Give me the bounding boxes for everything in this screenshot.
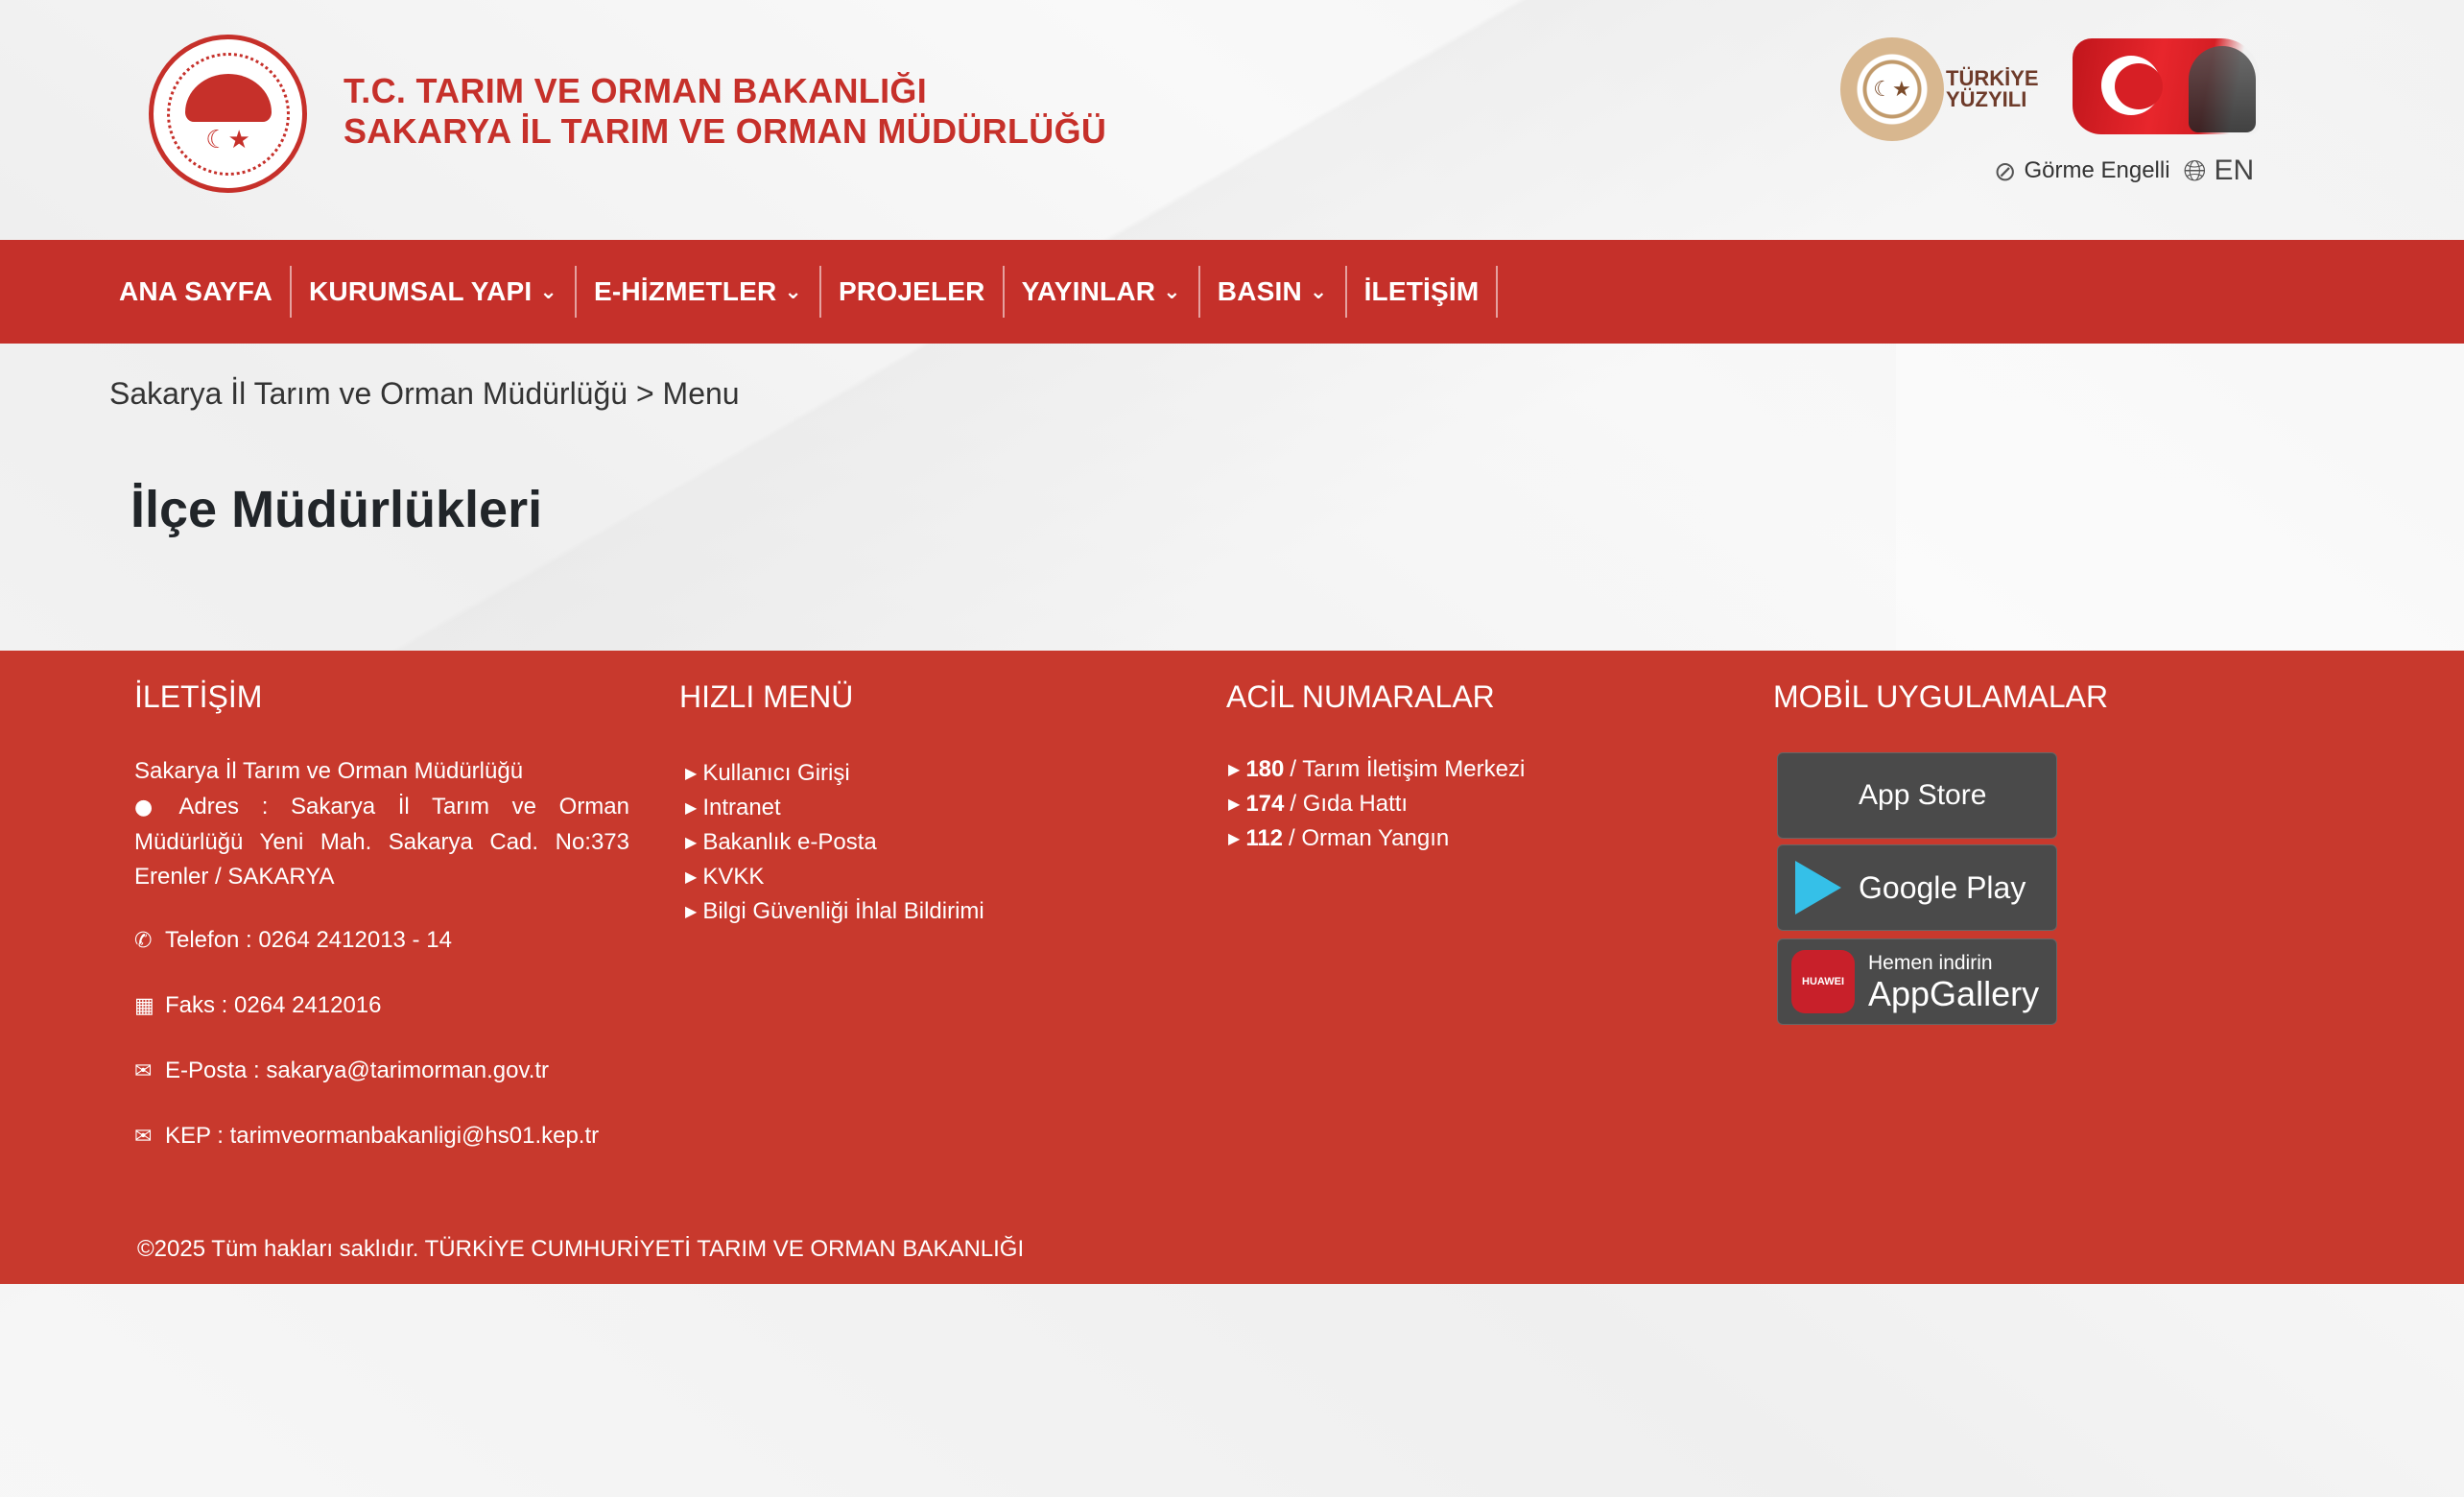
contact-heading: İLETİŞİM (134, 679, 263, 714)
logo-wing-shape (184, 73, 272, 122)
emergency-list: ▶ 180/ Tarım İletişim Merkezi ▶ 174/ Gıda … (1228, 752, 1525, 856)
caret-right-icon: ▶ (1228, 795, 1241, 813)
chevron-down-icon: ⌄ (784, 279, 803, 304)
quick-link-kullanici-girisi[interactable]: ▶ Kullanıcı Girişi (685, 756, 984, 791)
main-navbar: ANA SAYFA KURUMSAL YAPI ⌄ E-HİZMETLER ⌄ PR… (0, 240, 2464, 344)
eye-slash-icon[interactable]: ⊘ (1994, 155, 2016, 187)
caret-right-icon: ▶ (1228, 829, 1241, 847)
envelope-icon: ✉ (134, 1058, 153, 1083)
breadcrumb-separator: > (635, 376, 654, 411)
ministry-logo[interactable]: ☾★ (149, 35, 307, 193)
quick-link-intranet[interactable]: ▶ Intranet (685, 791, 984, 825)
page-title: İlçe Müdürlükleri (130, 481, 543, 538)
flag-ataturk-image (2073, 38, 2260, 134)
contact-email: ✉ E-Posta : sakarya@tarimorman.gov.tr (134, 1057, 550, 1083)
caret-right-icon: ▶ (685, 764, 698, 782)
caret-right-icon: ▶ (685, 798, 698, 817)
caret-right-icon: ▶ (685, 902, 698, 920)
nav-projeler[interactable]: PROJELER (821, 266, 1005, 318)
language-switch-en[interactable]: EN (2215, 154, 2255, 187)
mobile-heading: MOBİL UYGULAMALAR (1773, 679, 2109, 714)
accessibility-bar: ⊘ Görme Engelli 🌐︎ EN (1994, 152, 2254, 190)
huawei-icon: HUAWEI (1791, 950, 1855, 1013)
contact-address: ● Adres : Sakarya İl Tarım ve Orman Müdü… (134, 790, 629, 894)
turkiye-yuzyili-text: TÜRKİYE YÜZYILI (1946, 66, 2039, 111)
appgallery-button[interactable]: HUAWEI Hemen indirin AppGallery (1777, 939, 2057, 1025)
caret-right-icon: ▶ (1228, 760, 1241, 778)
site-header: ☾★ T.C. TARIM VE ORMAN BAKANLIĞI SAKARYA… (0, 0, 2464, 240)
nav-ana-sayfa[interactable]: ANA SAYFA (102, 266, 292, 318)
ministry-seal-icon: ☾★ (166, 52, 290, 176)
chevron-down-icon: ⌄ (1163, 279, 1181, 304)
google-play-button[interactable]: Google Play (1777, 844, 2057, 931)
caret-right-icon: ▶ (685, 867, 698, 886)
content-side-panel (1896, 344, 2464, 651)
ministry-title[interactable]: T.C. TARIM VE ORMAN BAKANLIĞI SAKARYA İL… (344, 71, 1106, 152)
contact-fax: ▦ Faks : 0264 2412016 (134, 992, 382, 1018)
crescent-star-icon: ☾★ (205, 125, 250, 154)
contact-org: Sakarya İl Tarım ve Orman Müdürlüğü (134, 758, 524, 784)
chevron-down-icon: ⌄ (1309, 279, 1328, 304)
sun-emblem-icon: ☾★ (1840, 37, 1944, 141)
breadcrumb-current: Menu (662, 376, 740, 411)
flag-crescent-icon (2101, 56, 2163, 115)
nav-e-hizmetler[interactable]: E-HİZMETLER ⌄ (577, 266, 822, 318)
quick-link-kvkk[interactable]: ▶ KVKK (685, 860, 984, 894)
quick-menu-list: ▶ Kullanıcı Girişi ▶ Intranet ▶ Bakanlık e-… (685, 756, 984, 929)
fax-icon: ▦ (134, 993, 154, 1018)
globe-icon[interactable]: 🌐︎ (2184, 154, 2207, 188)
nav-basin[interactable]: BASIN ⌄ (1200, 266, 1347, 318)
contact-kep: ✉ KEP : tarimveormanbakanligi@hs01.kep.t… (134, 1123, 600, 1149)
quick-menu-heading: HIZLI MENÜ (679, 679, 854, 714)
breadcrumb-root[interactable]: Sakarya İl Tarım ve Orman Müdürlüğü (109, 376, 628, 411)
emergency-item[interactable]: ▶ 174/ Gıda Hattı (1228, 787, 1525, 821)
ministry-title-line1: T.C. TARIM VE ORMAN BAKANLIĞI (344, 71, 928, 110)
phone-icon: ✆ (134, 928, 153, 953)
google-play-icon (1791, 861, 1845, 915)
visually-impaired-link[interactable]: Görme Engelli (2024, 157, 2169, 184)
apple-icon (1791, 769, 1845, 822)
site-footer: İLETİŞİM Sakarya İl Tarım ve Orman Müdür… (0, 651, 2464, 1284)
copyright-text: ©2025 Tüm hakları saklıdır. TÜRKİYE CUMH… (137, 1236, 1025, 1262)
envelope-icon: ✉ (134, 1124, 153, 1149)
nav-kurumsal-yapi[interactable]: KURUMSAL YAPI ⌄ (292, 266, 577, 318)
quick-link-bilgi-guvenligi[interactable]: ▶ Bilgi Güvenliği İhlal Bildirimi (685, 894, 984, 929)
turkiye-yuzyili-logo[interactable]: ☾★ TÜRKİYE YÜZYILI (1840, 36, 2042, 142)
breadcrumb: Sakarya İl Tarım ve Orman Müdürlüğü > Me… (109, 376, 740, 412)
emergency-item[interactable]: ▶ 112/ Orman Yangın (1228, 821, 1525, 856)
nav-yayinlar[interactable]: YAYINLAR ⌄ (1005, 266, 1200, 318)
emergency-item[interactable]: ▶ 180/ Tarım İletişim Merkezi (1228, 752, 1525, 787)
map-marker-icon: ● (134, 796, 154, 820)
app-store-button[interactable]: App Store (1777, 752, 2057, 839)
caret-right-icon: ▶ (685, 833, 698, 851)
quick-link-bakanlik-eposta[interactable]: ▶ Bakanlık e-Posta (685, 825, 984, 860)
ataturk-portrait (2189, 46, 2256, 132)
ministry-title-line2: SAKARYA İL TARIM VE ORMAN MÜDÜRLÜĞÜ (344, 111, 1107, 151)
emergency-heading: ACİL NUMARALAR (1226, 679, 1495, 714)
nav-iletisim[interactable]: İLETİŞİM (1347, 266, 1499, 318)
contact-phone: ✆ Telefon : 0264 2412013 - 14 (134, 927, 452, 953)
chevron-down-icon: ⌄ (539, 279, 557, 304)
